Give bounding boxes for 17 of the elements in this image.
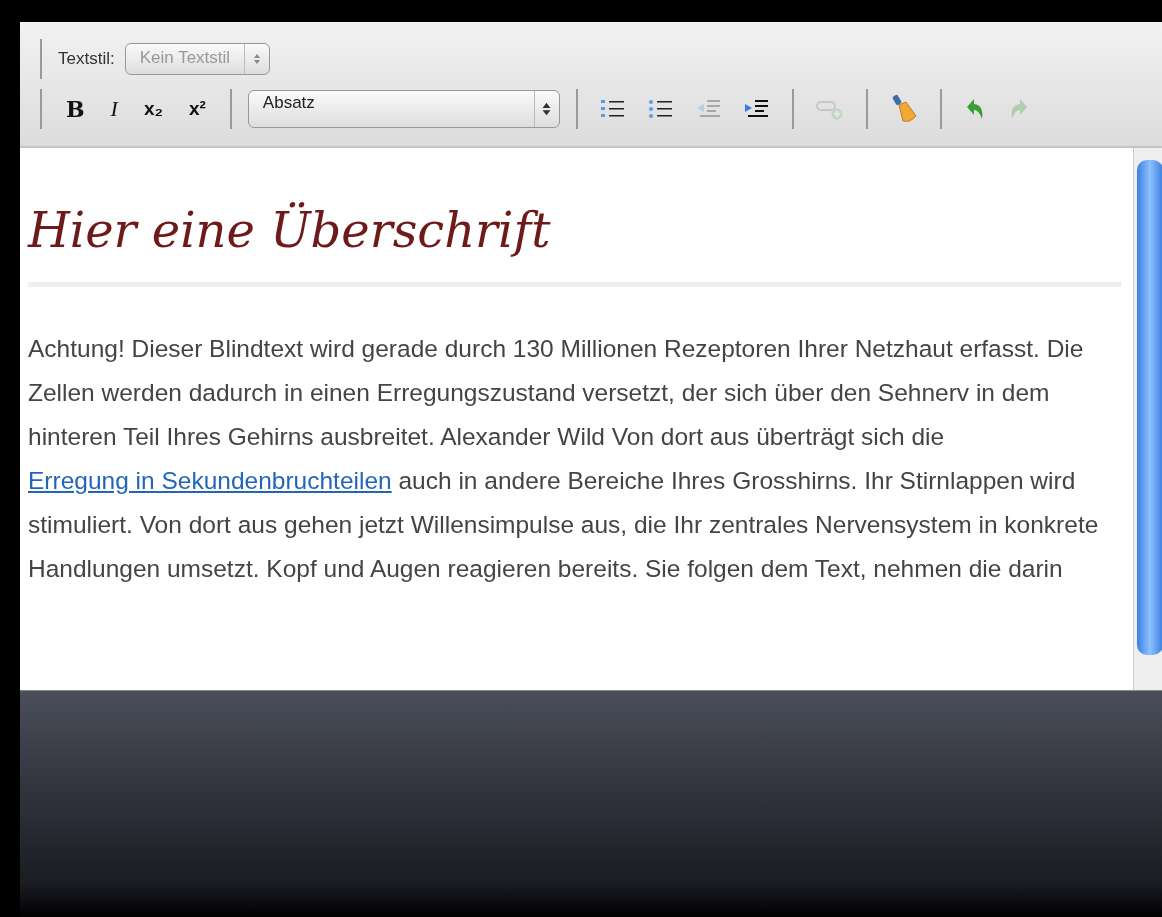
format-button[interactable]: B	[58, 94, 93, 124]
text-style-label: Textstil:	[58, 49, 115, 69]
scroll-thumb[interactable]	[1137, 160, 1162, 655]
text-link[interactable]: Erregung in Sekundenbruchteilen	[28, 467, 392, 494]
indent-icon	[743, 98, 770, 120]
outdent-icon	[695, 98, 722, 120]
stepper-arrows-icon	[253, 53, 262, 65]
format-button[interactable]: x²	[180, 96, 214, 122]
paragraph-format-select[interactable]: Absatz	[247, 90, 560, 128]
heading: Hier eine Überschrift	[28, 202, 552, 258]
format-button[interactable]: I	[102, 94, 126, 124]
format-button[interactable]: x₂	[135, 96, 171, 122]
numbered-list-icon	[599, 98, 626, 120]
stepper-arrows-icon	[542, 102, 552, 116]
body-paragraph: Achtung! Dieser Blindtext wird gerade durch 130 Millionen Rezeptoren Ihrer Netzhaut erfasst. Die Zellen werden dadurch in einen Erregungszustand versetzt, der sich über den Sehnerv in dem hinteren Teil Ihres Gehirns ausbreitet. Alexander Wild Von dort aus überträgt sich die Erregung in Sekundenbruchteilen auch in andere Bereiche Ihres Grosshirns. Ihr Stirnlappen wird stimuliert. Von dort aus gehen jetzt Willensimpulse aus, die Ihr zentrales Nervensystem in konkrete Handlungen umsetzt. Kopf und Augen reagieren bereits. Sie folgen dem Text, nehmen die darin	[28, 334, 1100, 584]
scrollbar[interactable]	[1133, 148, 1162, 690]
bullet-list-icon	[647, 98, 674, 120]
